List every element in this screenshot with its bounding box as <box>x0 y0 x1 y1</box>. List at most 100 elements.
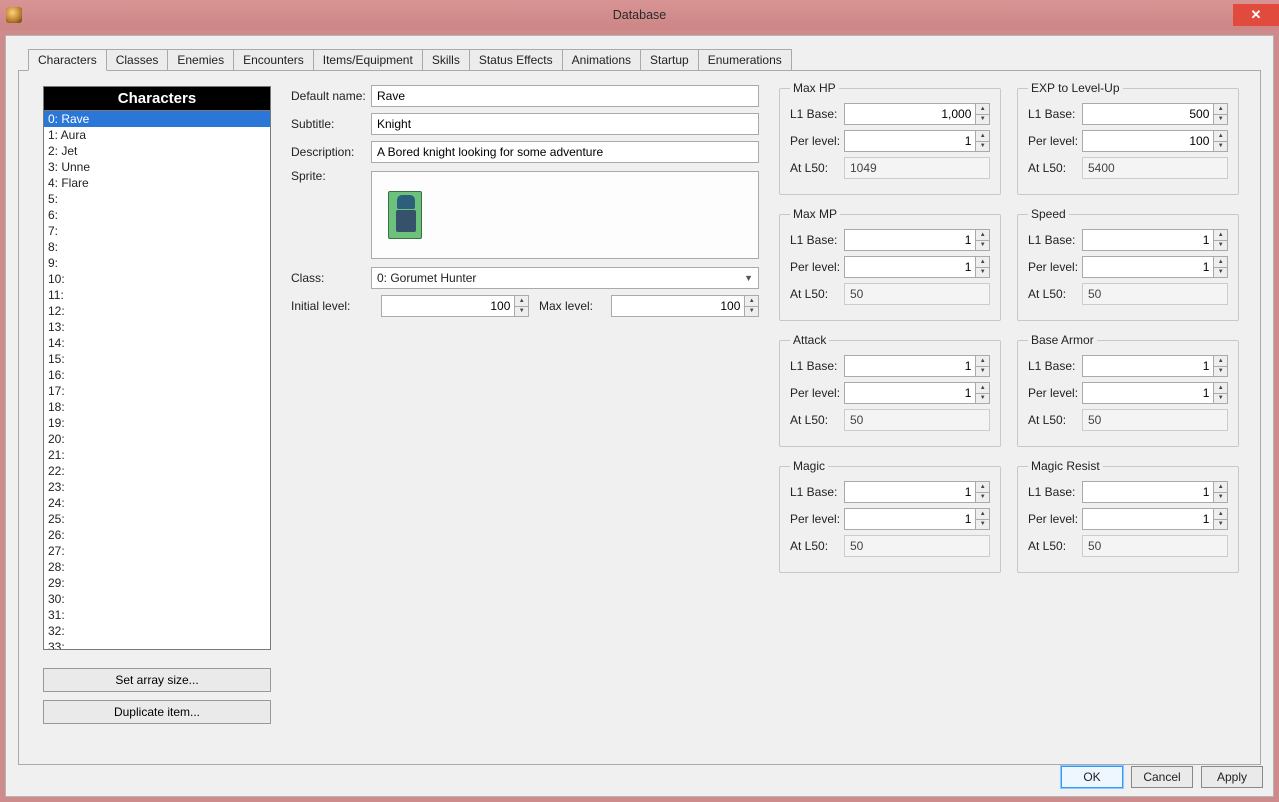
spin-up-icon[interactable]: ▲ <box>1214 482 1227 493</box>
list-item[interactable]: 26: <box>44 527 270 543</box>
l1-base-spinner[interactable]: ▲▼ <box>844 355 990 377</box>
list-item[interactable]: 17: <box>44 383 270 399</box>
list-item[interactable]: 0: Rave <box>44 111 270 127</box>
list-item[interactable]: 25: <box>44 511 270 527</box>
list-item[interactable]: 32: <box>44 623 270 639</box>
list-item[interactable]: 33: <box>44 639 270 650</box>
spin-up-icon[interactable]: ▲ <box>976 230 989 241</box>
spin-down-icon[interactable]: ▼ <box>1214 241 1227 251</box>
spin-up-icon[interactable]: ▲ <box>1214 509 1227 520</box>
per-level-spinner[interactable]: ▲▼ <box>1082 508 1228 530</box>
list-item[interactable]: 28: <box>44 559 270 575</box>
sprite-picker[interactable] <box>371 171 759 259</box>
l1-base-value[interactable] <box>845 482 975 502</box>
list-item[interactable]: 6: <box>44 207 270 223</box>
spin-up-icon[interactable]: ▲ <box>976 356 989 367</box>
set-array-size-button[interactable]: Set array size... <box>43 668 271 692</box>
per-level-value[interactable] <box>1083 257 1213 277</box>
l1-base-value[interactable] <box>1083 104 1213 124</box>
tab-skills[interactable]: Skills <box>422 49 470 71</box>
list-item[interactable]: 30: <box>44 591 270 607</box>
subtitle-input[interactable] <box>371 113 759 135</box>
apply-button[interactable]: Apply <box>1201 766 1263 788</box>
spin-down-icon[interactable]: ▼ <box>976 520 989 530</box>
list-item[interactable]: 1: Aura <box>44 127 270 143</box>
spin-up-icon[interactable]: ▲ <box>1214 383 1227 394</box>
l1-base-value[interactable] <box>1083 356 1213 376</box>
tab-enumerations[interactable]: Enumerations <box>698 49 792 71</box>
spin-down-icon[interactable]: ▼ <box>1214 394 1227 404</box>
spin-down-icon[interactable]: ▼ <box>976 115 989 125</box>
tab-classes[interactable]: Classes <box>106 49 169 71</box>
spin-down-icon[interactable]: ▼ <box>1214 142 1227 152</box>
l1-base-value[interactable] <box>845 230 975 250</box>
list-item[interactable]: 27: <box>44 543 270 559</box>
tab-items-equipment[interactable]: Items/Equipment <box>313 49 423 71</box>
per-level-spinner[interactable]: ▲▼ <box>844 130 990 152</box>
list-item[interactable]: 10: <box>44 271 270 287</box>
l1-base-value[interactable] <box>845 104 975 124</box>
spin-down-icon[interactable]: ▼ <box>1214 367 1227 377</box>
list-item[interactable]: 20: <box>44 431 270 447</box>
l1-base-spinner[interactable]: ▲▼ <box>1082 355 1228 377</box>
per-level-spinner[interactable]: ▲▼ <box>844 256 990 278</box>
character-list[interactable]: 0: Rave1: Aura2: Jet3: Unne4: Flare5:6:7… <box>43 110 271 650</box>
list-item[interactable]: 21: <box>44 447 270 463</box>
list-item[interactable]: 16: <box>44 367 270 383</box>
ok-button[interactable]: OK <box>1061 766 1123 788</box>
list-item[interactable]: 18: <box>44 399 270 415</box>
spin-down-icon[interactable]: ▼ <box>976 394 989 404</box>
list-item[interactable]: 8: <box>44 239 270 255</box>
l1-base-spinner[interactable]: ▲▼ <box>1082 481 1228 503</box>
spin-down-icon[interactable]: ▼ <box>976 367 989 377</box>
spin-up-icon[interactable]: ▲ <box>976 104 989 115</box>
list-item[interactable]: 3: Unne <box>44 159 270 175</box>
list-item[interactable]: 13: <box>44 319 270 335</box>
tab-characters[interactable]: Characters <box>28 49 107 71</box>
list-item[interactable]: 11: <box>44 287 270 303</box>
spin-down-icon[interactable]: ▼ <box>976 493 989 503</box>
initial-level-spinner[interactable]: ▲▼ <box>381 295 529 317</box>
per-level-spinner[interactable]: ▲▼ <box>844 382 990 404</box>
list-item[interactable]: 5: <box>44 191 270 207</box>
duplicate-item-button[interactable]: Duplicate item... <box>43 700 271 724</box>
spin-up-icon[interactable]: ▲ <box>515 296 528 307</box>
per-level-spinner[interactable]: ▲▼ <box>844 508 990 530</box>
spin-up-icon[interactable]: ▲ <box>976 131 989 142</box>
per-level-spinner[interactable]: ▲▼ <box>1082 382 1228 404</box>
list-item[interactable]: 22: <box>44 463 270 479</box>
l1-base-spinner[interactable]: ▲▼ <box>844 103 990 125</box>
spin-down-icon[interactable]: ▼ <box>515 307 528 317</box>
spin-up-icon[interactable]: ▲ <box>1214 230 1227 241</box>
per-level-value[interactable] <box>845 131 975 151</box>
l1-base-value[interactable] <box>1083 482 1213 502</box>
list-item[interactable]: 31: <box>44 607 270 623</box>
list-item[interactable]: 7: <box>44 223 270 239</box>
list-item[interactable]: 19: <box>44 415 270 431</box>
per-level-value[interactable] <box>845 509 975 529</box>
l1-base-spinner[interactable]: ▲▼ <box>844 481 990 503</box>
spin-down-icon[interactable]: ▼ <box>745 307 758 317</box>
list-item[interactable]: 4: Flare <box>44 175 270 191</box>
per-level-value[interactable] <box>1083 509 1213 529</box>
spin-up-icon[interactable]: ▲ <box>1214 104 1227 115</box>
max-level-spinner[interactable]: ▲▼ <box>611 295 759 317</box>
spin-up-icon[interactable]: ▲ <box>976 383 989 394</box>
per-level-value[interactable] <box>845 257 975 277</box>
list-item[interactable]: 23: <box>44 479 270 495</box>
l1-base-spinner[interactable]: ▲▼ <box>1082 229 1228 251</box>
per-level-spinner[interactable]: ▲▼ <box>1082 130 1228 152</box>
l1-base-value[interactable] <box>845 356 975 376</box>
spin-up-icon[interactable]: ▲ <box>976 257 989 268</box>
list-item[interactable]: 2: Jet <box>44 143 270 159</box>
spin-down-icon[interactable]: ▼ <box>976 241 989 251</box>
list-item[interactable]: 12: <box>44 303 270 319</box>
class-combobox[interactable]: 0: Gorumet Hunter ▼ <box>371 267 759 289</box>
spin-up-icon[interactable]: ▲ <box>1214 356 1227 367</box>
per-level-value[interactable] <box>845 383 975 403</box>
list-item[interactable]: 15: <box>44 351 270 367</box>
tab-startup[interactable]: Startup <box>640 49 699 71</box>
cancel-button[interactable]: Cancel <box>1131 766 1193 788</box>
list-item[interactable]: 29: <box>44 575 270 591</box>
spin-up-icon[interactable]: ▲ <box>745 296 758 307</box>
